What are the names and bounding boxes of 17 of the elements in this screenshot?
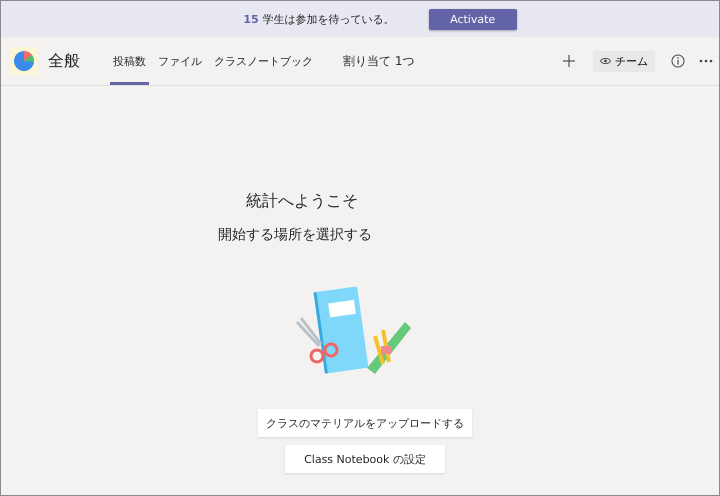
- tab[interactable]: 割り当て 1つ: [340, 37, 418, 85]
- team-name: 全般: [48, 50, 80, 72]
- info-icon[interactable]: [671, 54, 685, 68]
- activate-button[interactable]: Activate: [428, 8, 517, 30]
- banner-message: 15 学生は参加を待っている。: [243, 12, 395, 26]
- welcome-subtitle: 開始する場所を選択する: [218, 226, 372, 244]
- action-button[interactable]: Class Notebook の設定: [285, 445, 445, 473]
- more-icon[interactable]: [699, 59, 713, 63]
- tab[interactable]: クラスノートブック: [211, 37, 316, 85]
- pie-chart-icon: [13, 50, 35, 72]
- view-button[interactable]: チーム: [593, 50, 655, 72]
- action-button[interactable]: クラスのマテリアルをアップロードする: [258, 409, 472, 437]
- tab[interactable]: ファイル: [155, 37, 205, 85]
- eye-icon: [600, 57, 611, 65]
- welcome-title: 統計へようこそ: [246, 191, 358, 212]
- add-icon[interactable]: [563, 55, 576, 67]
- tab[interactable]: 投稿数: [110, 37, 149, 85]
